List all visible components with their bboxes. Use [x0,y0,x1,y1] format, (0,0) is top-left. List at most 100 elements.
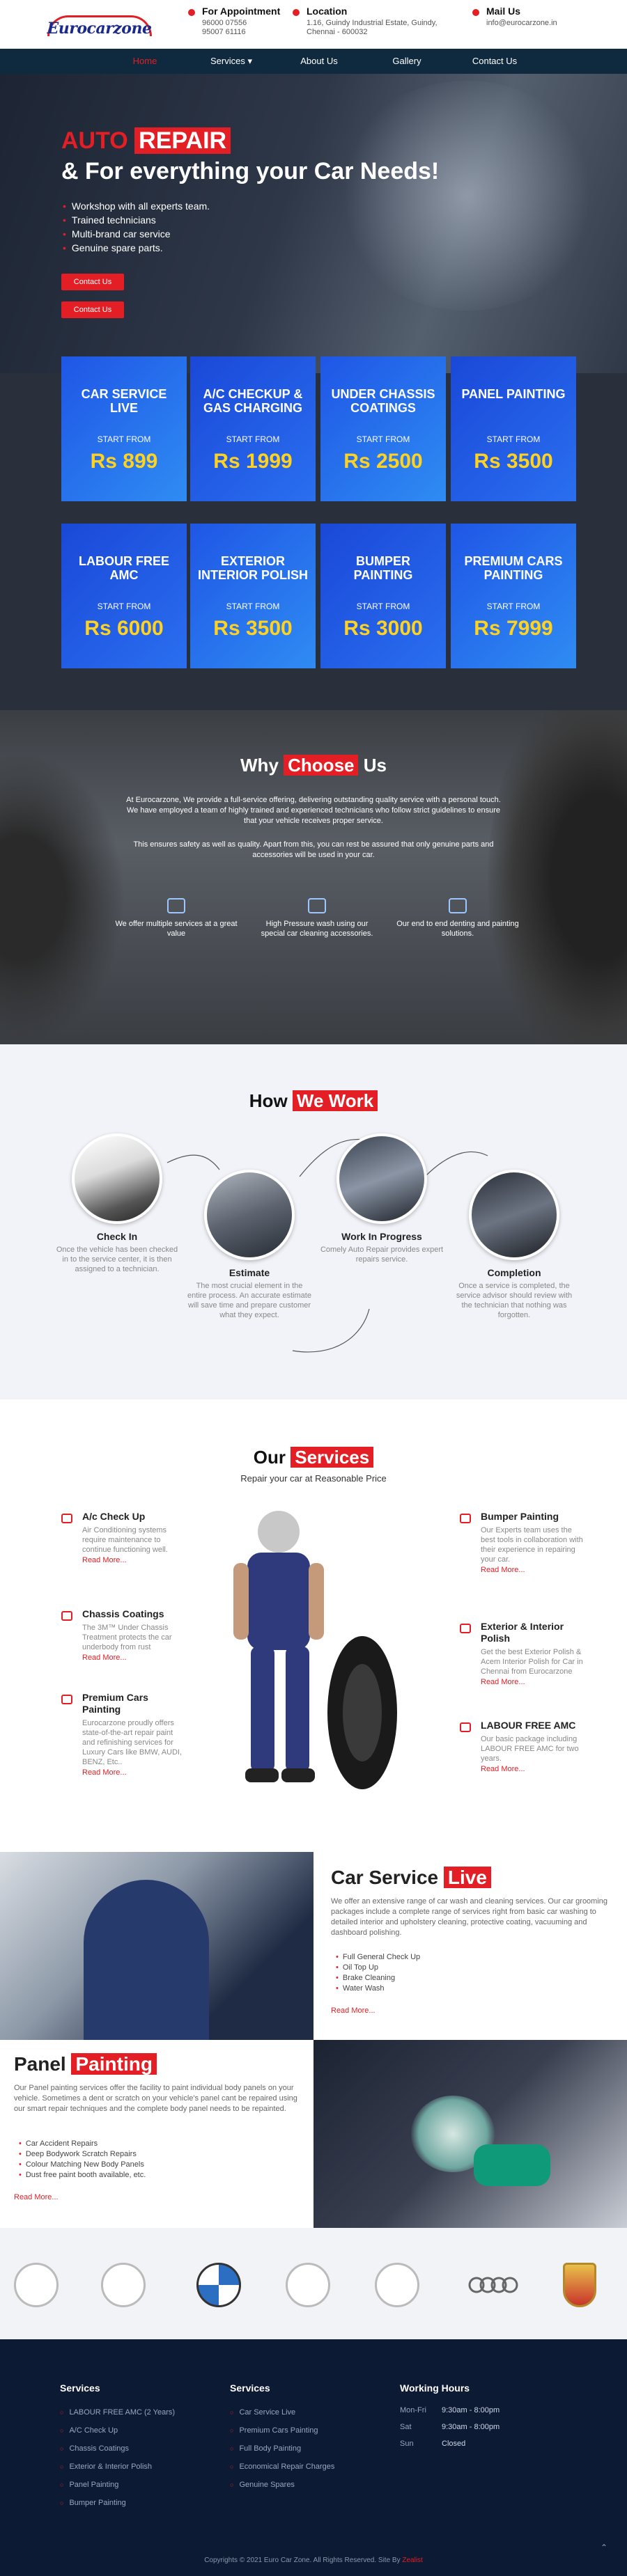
service-desc: The 3M™ Under Chassis Treatment protects… [82,1624,172,1651]
package-card[interactable]: LABOUR FREE AMC START FROM Rs 6000 [61,524,187,668]
package-title: UNDER CHASSIS COATINGS [331,387,435,415]
package-start: START FROM [356,602,410,611]
copyright: Copyrights © 2021 Euro Car Zone. All Rig… [0,2557,627,2564]
package-card[interactable]: UNDER CHASSIS COATINGS START FROM Rs 250… [320,356,446,501]
nav-services[interactable]: Services ▾ [189,56,273,67]
service-desc: Get the best Exterior Polish & Acem Inte… [481,1648,583,1676]
why-title: Why Choose Us [0,755,627,776]
car-service-live-read-more[interactable]: Read More... [331,2006,376,2015]
footer-link[interactable]: Car Service Live [230,2403,334,2421]
footer-link[interactable]: Chassis Coatings [60,2440,175,2458]
step-title: Check In [96,1231,138,1242]
tools-icon [167,898,185,913]
footer-link[interactable]: LABOUR FREE AMC (2 Years) [60,2403,175,2421]
package-title: A/C CHECKUP & GAS CHARGING [203,387,303,415]
step-description: The most crucial element in the entire p… [187,1282,311,1319]
package-title: CAR SERVICE LIVE [81,387,167,415]
hero-feature: Trained technicians [63,213,210,227]
csl-title-a: Car Service [331,1867,439,1888]
read-more-link[interactable]: Read More... [481,1566,585,1574]
package-card[interactable]: EXTERIOR INTERIOR POLISH START FROM Rs 3… [190,524,316,668]
why-title-a: Why [240,755,279,776]
csl-list-item: Oil Top Up [336,1963,420,1973]
service-title: Exterior & Interior Polish [481,1621,564,1644]
footer-link[interactable]: A/C Check Up [60,2421,175,2440]
footer-col1-title: Services [60,2382,100,2394]
services-section: Our Services Repair your car at Reasonab… [0,1399,627,1852]
read-more-link[interactable]: Read More... [82,1768,187,1777]
footer-link[interactable]: Exterior & Interior Polish [60,2458,175,2476]
footer-link[interactable]: Premium Cars Painting [230,2421,334,2440]
package-card[interactable]: PREMIUM CARS PAINTING START FROM Rs 7999 [451,524,576,668]
read-more-link[interactable]: Read More... [82,1654,187,1662]
service-item: Premium Cars Painting Eurocarzone proudl… [61,1692,187,1777]
package-card[interactable]: A/C CHECKUP & GAS CHARGING START FROM Rs… [190,356,316,501]
read-more-link[interactable]: Read More... [481,1678,585,1686]
package-card[interactable]: PANEL PAINTING START FROM Rs 3500 [451,356,576,501]
mail-address[interactable]: info@eurocarzone.in [486,19,557,28]
footer-link[interactable]: Genuine Spares [230,2476,334,2494]
hero-background-image [334,81,599,311]
why-title-b: Choose [284,755,359,776]
panel-painting-read-more[interactable]: Read More... [14,2193,59,2201]
footer-link[interactable]: Full Body Painting [230,2440,334,2458]
package-start: START FROM [226,434,280,444]
package-start: START FROM [356,434,410,444]
hero-line-2: & For everything your Car Needs! [61,158,440,184]
package-start: START FROM [97,602,151,611]
read-more-link[interactable]: Read More... [82,1556,187,1564]
panel-painting-title: Panel Painting [14,2052,157,2076]
logo[interactable]: Eurocarzone [42,15,157,39]
service-item: Exterior & Interior Polish Get the best … [460,1621,585,1686]
hero-contact-button-2[interactable]: Contact Us [61,301,124,318]
panel-title-b: Painting [71,2053,157,2075]
appointment-phone-1[interactable]: 96000 07556 [202,19,280,28]
package-price: Rs 3500 [213,617,293,640]
package-start: START FROM [486,434,541,444]
service-desc: Air Conditioning systems require mainten… [82,1526,168,1554]
credit-link[interactable]: Zealist [402,2557,422,2564]
service-title: Chassis Coatings [82,1608,164,1619]
footer-link[interactable]: Economical Repair Charges [230,2458,334,2476]
package-price: Rs 3000 [343,617,423,640]
package-start: START FROM [226,602,280,611]
services-title-a: Our [253,1447,286,1468]
why-feature: We offer multiple services at a great va… [114,898,239,938]
nav-home[interactable]: Home [103,56,187,66]
brand-logos-strip [0,2228,627,2339]
footer-col2-title: Services [230,2382,270,2394]
read-more-link[interactable]: Read More... [481,1765,585,1773]
hero-contact-button-1[interactable]: Contact Us [61,274,124,290]
working-hours: Mon-Fri 9:30am - 8:00pm Sat 9:30am - 8:00p… [400,2406,539,2456]
logo-text: Eurocarzone [47,19,152,38]
package-card[interactable]: CAR SERVICE LIVE START FROM Rs 899 [61,356,187,501]
service-desc: Eurocarzone proudly offers state-of-the-… [82,1719,183,1766]
footer-link[interactable]: Bumper Painting [60,2494,175,2512]
package-card[interactable]: BUMPER PAINTING START FROM Rs 3000 [320,524,446,668]
hours-time: Closed [442,2440,466,2448]
appointment-phone-2[interactable]: 95007 61116 [202,28,280,37]
services-title-b: Services [291,1447,374,1468]
service-item: Chassis Coatings The 3M™ Under Chassis T… [61,1608,187,1662]
nav-gallery[interactable]: Gallery [365,56,449,66]
bmw-logo [196,2263,241,2307]
hero-feature: Genuine spare parts. [63,241,210,255]
nav-contact[interactable]: Contact Us [453,56,536,66]
why-feature: High Pressure wash using our special car… [254,898,380,938]
appointment-block: For Appointment 96000 07556 95007 61116 [188,6,280,37]
footer-link[interactable]: Panel Painting [60,2476,175,2494]
location-line-2: Chennai - 600032 [307,28,368,36]
nav-about[interactable]: About Us [277,56,361,66]
location-pin-icon [293,9,300,16]
scroll-top-icon[interactable]: ⌃ [601,2543,612,2554]
step-title: Estimate [229,1267,270,1278]
hero-heading: AUTO REPAIR & For everything your Car Ne… [61,125,439,187]
csl-list-item: Water Wash [336,1984,420,1994]
panel-painting-list: Car Accident Repairs Deep Bodywork Scrat… [19,2139,146,2181]
hours-row: Sat 9:30am - 8:00pm [400,2423,539,2440]
paint-icon [61,1695,72,1704]
why-paragraph-1: At Eurocarzone, We provide a full-servic… [126,796,501,825]
service-title: Premium Cars Painting [82,1692,148,1715]
chassis-icon [61,1611,72,1621]
service-title: A/c Check Up [82,1511,146,1522]
